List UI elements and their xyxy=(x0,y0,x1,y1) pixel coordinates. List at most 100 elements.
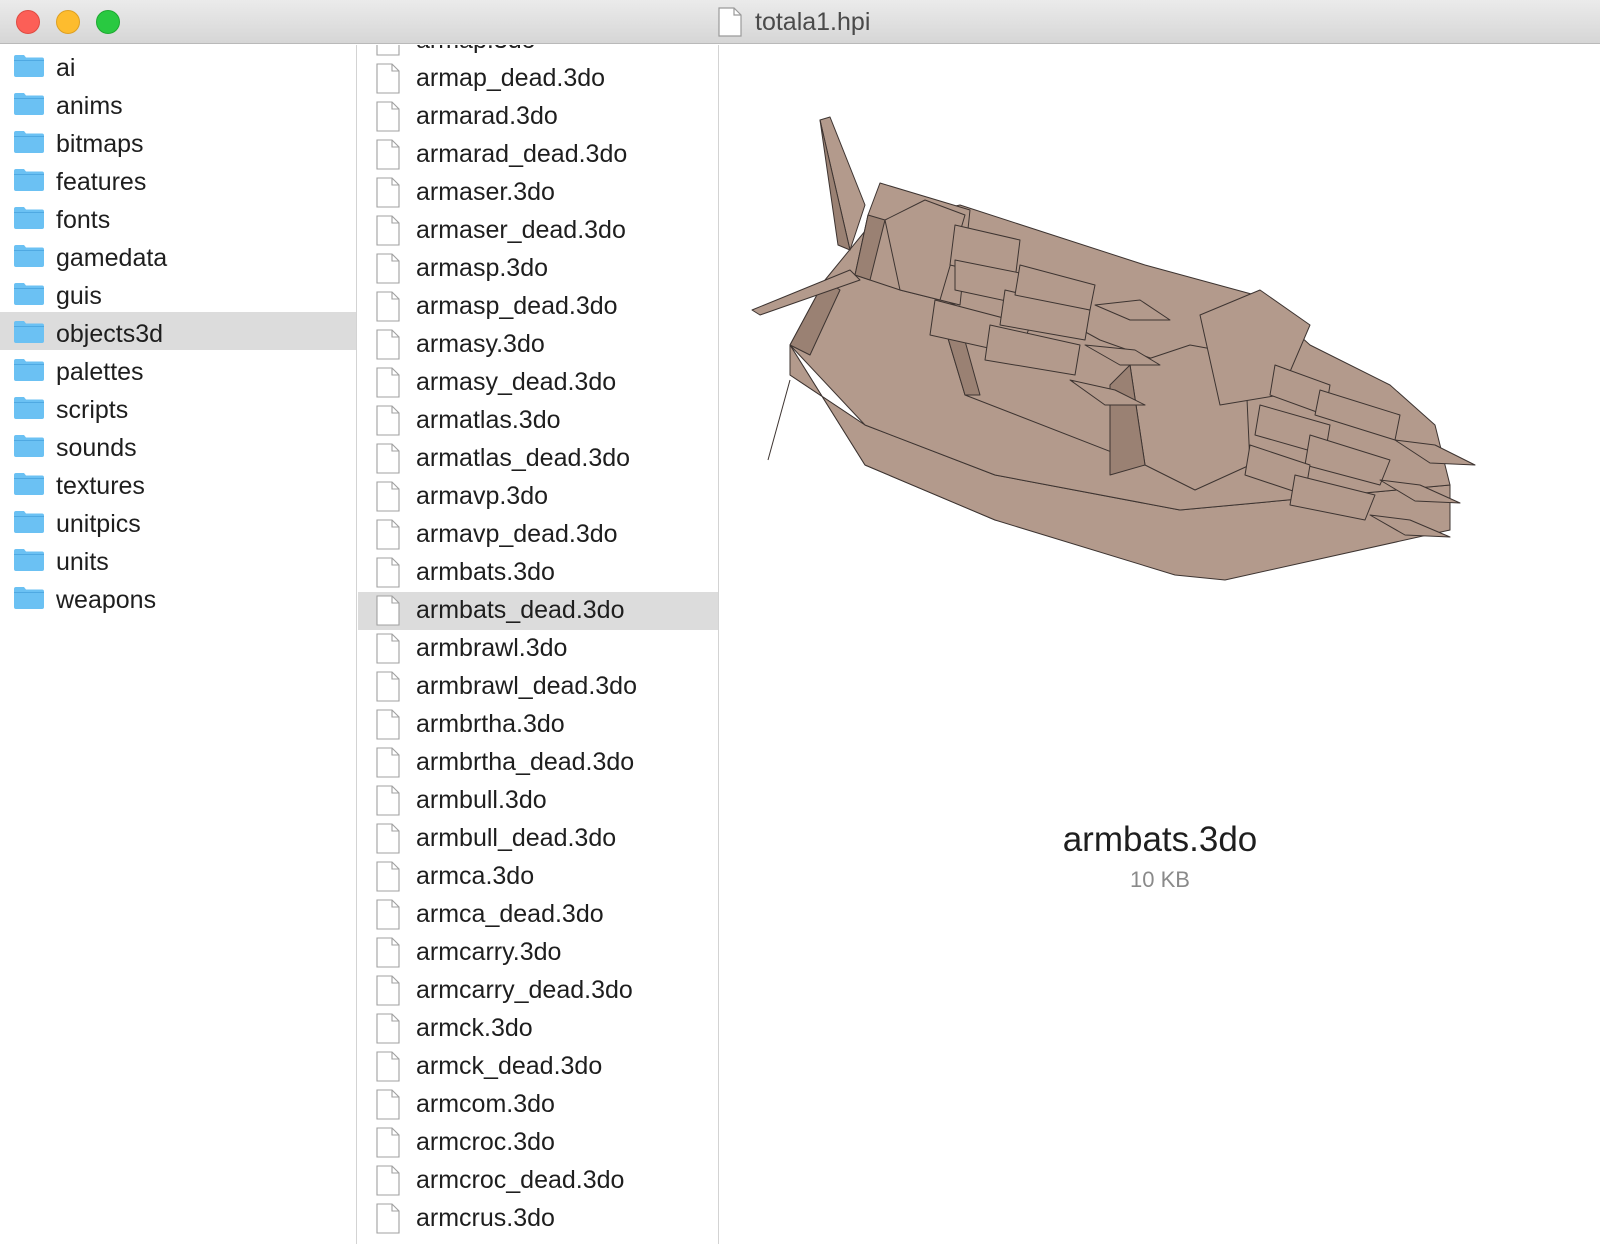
minimize-button[interactable] xyxy=(56,10,80,34)
file-item[interactable]: armcroc_dead.3do xyxy=(358,1162,718,1200)
file-item[interactable]: armavp_dead.3do xyxy=(358,516,718,554)
folder-item-objects3d[interactable]: objects3d xyxy=(0,312,356,350)
document-icon xyxy=(376,1013,400,1044)
file-label: armca.3do xyxy=(416,862,535,890)
file-item[interactable]: armaser_dead.3do xyxy=(358,212,718,250)
document-icon xyxy=(376,405,400,436)
file-item[interactable]: armca_dead.3do xyxy=(358,896,718,934)
folder-label: guis xyxy=(56,282,102,310)
folder-label: ai xyxy=(56,54,76,82)
document-icon xyxy=(376,443,400,474)
folder-icon xyxy=(14,321,44,343)
document-icon xyxy=(376,63,400,94)
file-item[interactable]: armcarry.3do xyxy=(358,934,718,972)
zoom-button[interactable] xyxy=(96,10,120,34)
file-item[interactable]: armbrawl_dead.3do xyxy=(358,668,718,706)
file-item[interactable]: armck.3do xyxy=(358,1010,718,1048)
file-item[interactable]: armbrtha_dead.3do xyxy=(358,744,718,782)
file-label: armck_dead.3do xyxy=(416,1052,603,1080)
file-item[interactable]: armbrawl.3do xyxy=(358,630,718,668)
window-title-group: totala1.hpi xyxy=(718,7,870,37)
folder-item-ai[interactable]: ai xyxy=(0,46,356,84)
file-item[interactable]: armasy_dead.3do xyxy=(358,364,718,402)
file-list: armap.3do armap_dead.3do armarad.3do armara… xyxy=(358,45,718,1238)
folder-icon xyxy=(14,511,44,533)
folder-label: objects3d xyxy=(56,320,164,348)
folder-label: scripts xyxy=(56,396,129,424)
folder-icon xyxy=(14,245,44,267)
file-item[interactable]: armatlas_dead.3do xyxy=(358,440,718,478)
document-icon xyxy=(376,975,400,1006)
document-icon xyxy=(376,1089,400,1120)
file-item[interactable]: armbull.3do xyxy=(358,782,718,820)
file-label: armbrawl.3do xyxy=(416,634,568,662)
folder-item-scripts[interactable]: scripts xyxy=(0,388,356,426)
folder-item-units[interactable]: units xyxy=(0,540,356,578)
file-item[interactable]: armca.3do xyxy=(358,858,718,896)
file-item[interactable]: armbrtha.3do xyxy=(358,706,718,744)
file-label: armavp_dead.3do xyxy=(416,520,618,548)
folder-icon xyxy=(14,473,44,495)
file-item[interactable]: armbats.3do xyxy=(358,554,718,592)
file-item[interactable]: armatlas.3do xyxy=(358,402,718,440)
document-icon xyxy=(376,45,400,56)
document-icon xyxy=(376,1165,400,1196)
file-label: armaser_dead.3do xyxy=(416,216,626,244)
file-item[interactable]: armcom.3do xyxy=(358,1086,718,1124)
preview-filesize: 10 KB xyxy=(1130,867,1190,892)
close-button[interactable] xyxy=(16,10,40,34)
folder-item-guis[interactable]: guis xyxy=(0,274,356,312)
folder-item-palettes[interactable]: palettes xyxy=(0,350,356,388)
folder-icon xyxy=(14,549,44,571)
file-column[interactable]: armap.3do armap_dead.3do armarad.3do armara… xyxy=(358,45,719,1244)
model-3d-preview[interactable] xyxy=(750,65,1510,645)
window-titlebar[interactable]: totala1.hpi xyxy=(0,0,1600,44)
model-antenna xyxy=(767,379,791,461)
folder-item-features[interactable]: features xyxy=(0,160,356,198)
file-label: armca_dead.3do xyxy=(416,900,604,928)
document-icon xyxy=(376,785,400,816)
file-item[interactable]: armbull_dead.3do xyxy=(358,820,718,858)
file-item[interactable]: armasy.3do xyxy=(358,326,718,364)
file-item[interactable]: armbats_dead.3do xyxy=(358,592,718,630)
folder-item-gamedata[interactable]: gamedata xyxy=(0,236,356,274)
folder-item-anims[interactable]: anims xyxy=(0,84,356,122)
folder-icon xyxy=(14,207,44,229)
folder-icon xyxy=(14,93,44,115)
file-label: armcom.3do xyxy=(416,1090,555,1118)
file-label: armavp.3do xyxy=(416,482,549,510)
file-label: armbats.3do xyxy=(416,558,555,586)
document-icon xyxy=(376,177,400,208)
file-item[interactable]: armavp.3do xyxy=(358,478,718,516)
file-label: armap.3do xyxy=(416,45,536,55)
file-label: armarad.3do xyxy=(416,102,558,130)
file-label: armasp.3do xyxy=(416,254,549,282)
file-item[interactable]: armap.3do xyxy=(358,45,718,60)
folder-column[interactable]: ai anims bitmaps features fonts gamedata guis o… xyxy=(0,45,357,1244)
folder-item-sounds[interactable]: sounds xyxy=(0,426,356,464)
file-item[interactable]: armarad_dead.3do xyxy=(358,136,718,174)
file-item[interactable]: armcarry_dead.3do xyxy=(358,972,718,1010)
folder-item-unitpics[interactable]: unitpics xyxy=(0,502,356,540)
document-icon xyxy=(376,747,400,778)
folder-item-fonts[interactable]: fonts xyxy=(0,198,356,236)
folder-item-weapons[interactable]: weapons xyxy=(0,578,356,616)
document-icon xyxy=(718,7,742,37)
file-item[interactable]: armck_dead.3do xyxy=(358,1048,718,1086)
file-item[interactable]: armap_dead.3do xyxy=(358,60,718,98)
folder-item-textures[interactable]: textures xyxy=(0,464,356,502)
file-label: armcroc.3do xyxy=(416,1128,555,1156)
folder-item-bitmaps[interactable]: bitmaps xyxy=(0,122,356,160)
file-item[interactable]: armaser.3do xyxy=(358,174,718,212)
file-label: armatlas.3do xyxy=(416,406,561,434)
file-item[interactable]: armcrus.3do xyxy=(358,1200,718,1238)
folder-label: anims xyxy=(56,92,123,120)
file-item[interactable]: armarad.3do xyxy=(358,98,718,136)
file-item[interactable]: armasp_dead.3do xyxy=(358,288,718,326)
file-item[interactable]: armcroc.3do xyxy=(358,1124,718,1162)
file-item[interactable]: armasp.3do xyxy=(358,250,718,288)
file-label: armcrus.3do xyxy=(416,1204,555,1232)
folder-label: textures xyxy=(56,472,145,500)
document-icon xyxy=(376,329,400,360)
file-label: armcroc_dead.3do xyxy=(416,1166,625,1194)
